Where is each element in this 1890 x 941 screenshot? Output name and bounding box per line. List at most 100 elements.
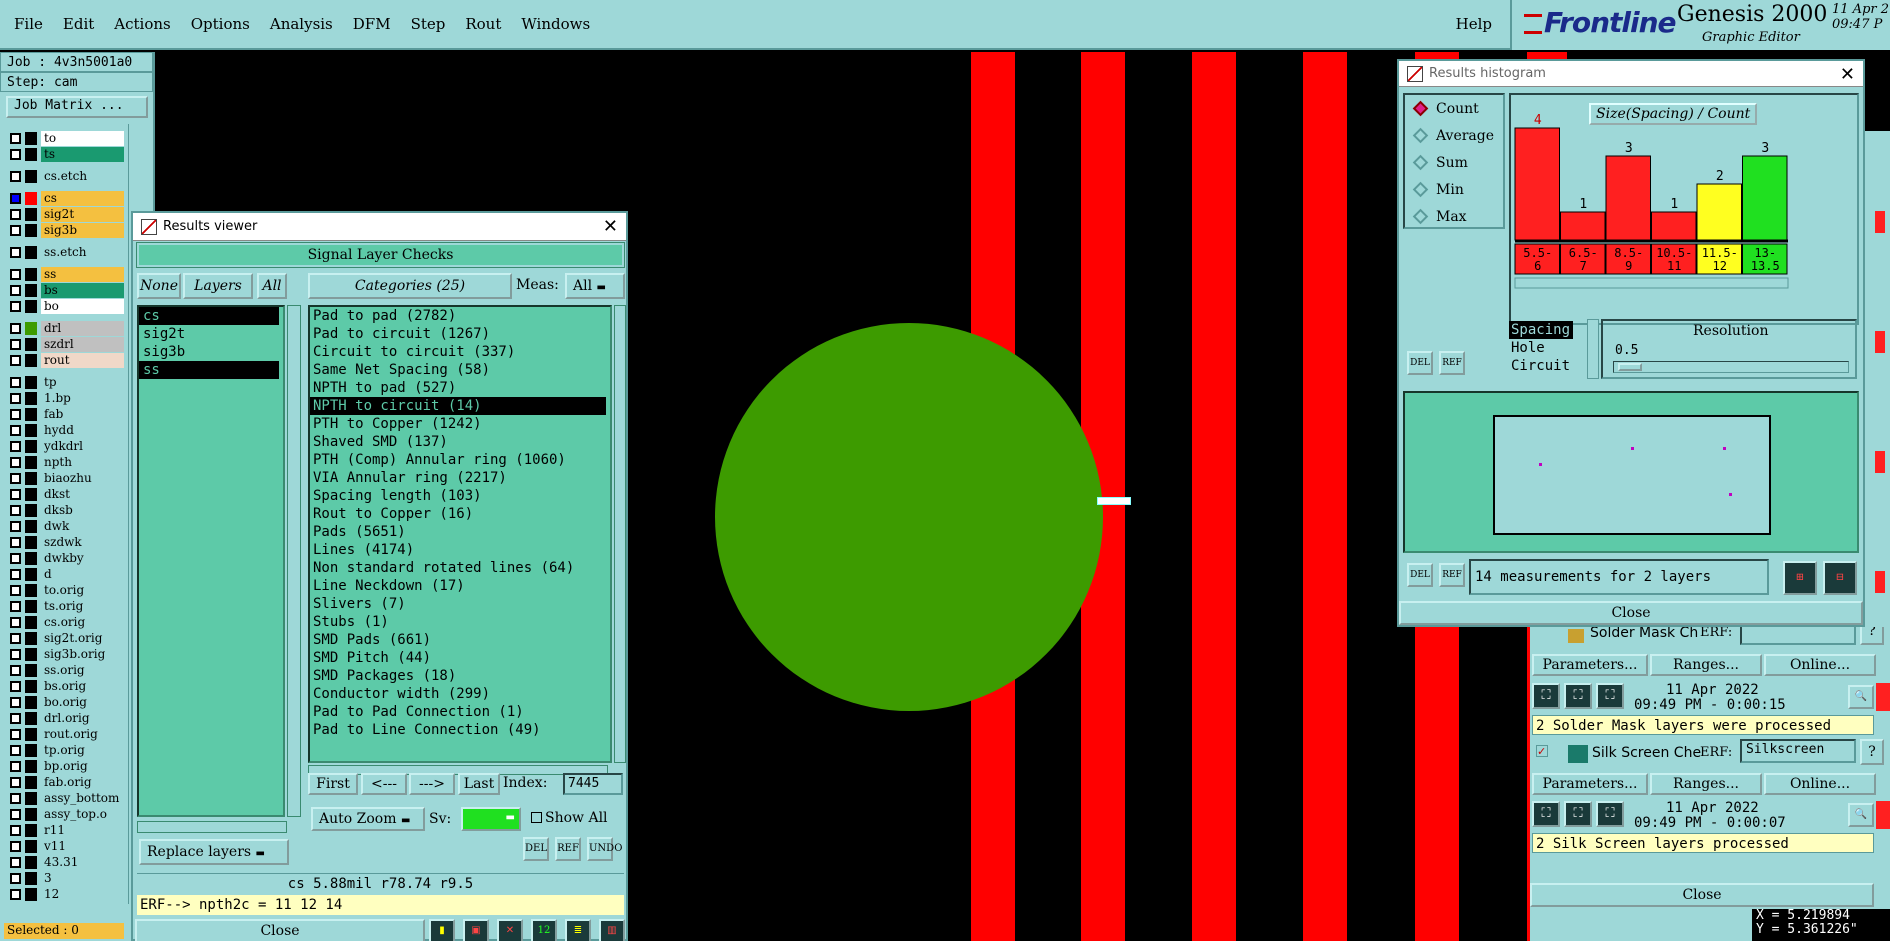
- category-item[interactable]: Non standard rotated lines (64): [310, 559, 606, 577]
- layer-color-swatch[interactable]: [25, 299, 37, 313]
- prev-button[interactable]: <---: [361, 773, 407, 795]
- category-item[interactable]: Pad to pad (2782): [310, 307, 606, 325]
- layer-checkbox[interactable]: [10, 536, 21, 548]
- layer-checkbox[interactable]: [10, 856, 21, 868]
- layer-row[interactable]: fab: [4, 406, 124, 422]
- layer-checkbox[interactable]: [10, 424, 21, 436]
- menu-dfm[interactable]: DFM: [343, 15, 401, 33]
- layer-name[interactable]: 3: [41, 870, 124, 886]
- layer-name[interactable]: bp.orig: [41, 758, 124, 774]
- counter-icon[interactable]: 12: [531, 919, 557, 941]
- layer-checkbox[interactable]: [10, 300, 21, 312]
- layer-name[interactable]: ss.etch: [41, 244, 124, 260]
- layer-checkbox[interactable]: [10, 888, 21, 900]
- zoom-out-icon[interactable]: ⊟: [1823, 561, 1857, 595]
- layer-row[interactable]: dkst: [4, 486, 124, 502]
- layer-color-swatch[interactable]: [25, 191, 37, 205]
- run-icon[interactable]: ⛶: [1532, 683, 1560, 709]
- histogram-mode-radio[interactable]: Average: [1405, 122, 1503, 149]
- histogram-titlebar[interactable]: Results histogram ✕: [1399, 61, 1863, 87]
- layer-row[interactable]: fab.orig: [4, 774, 124, 790]
- layer-color-swatch[interactable]: [25, 631, 37, 645]
- histogram-bar[interactable]: [1651, 211, 1697, 241]
- layer-row[interactable]: bs: [4, 282, 124, 298]
- layer-color-swatch[interactable]: [25, 855, 37, 869]
- resolution-slider[interactable]: [1613, 361, 1849, 373]
- results-layer-item[interactable]: ss: [139, 361, 279, 379]
- layer-checkbox[interactable]: [10, 456, 21, 468]
- size-type-item[interactable]: Hole: [1509, 339, 1585, 357]
- layer-checkbox[interactable]: [10, 776, 21, 788]
- layer-checkbox[interactable]: [10, 170, 21, 182]
- layer-checkbox[interactable]: [10, 616, 21, 628]
- section-header[interactable]: Signal Layer Checks: [136, 242, 625, 268]
- menu-help[interactable]: Help: [1456, 15, 1492, 33]
- histogram-bar[interactable]: [1560, 211, 1606, 241]
- layer-color-swatch[interactable]: [25, 407, 37, 421]
- ss-erf-value[interactable]: Silkscreen: [1740, 739, 1856, 763]
- layer-color-swatch[interactable]: [25, 321, 37, 335]
- layer-name[interactable]: sig2t.orig: [41, 630, 124, 646]
- run-icon[interactable]: ⛶: [1532, 801, 1560, 827]
- layer-name[interactable]: ts.orig: [41, 598, 124, 614]
- layer-row[interactable]: sig3b: [4, 222, 124, 238]
- layer-checkbox[interactable]: [10, 552, 21, 564]
- layer-color-swatch[interactable]: [25, 245, 37, 259]
- layer-checkbox[interactable]: [10, 600, 21, 612]
- checks-close-button[interactable]: Close: [1530, 883, 1874, 907]
- layer-name[interactable]: r11: [41, 822, 124, 838]
- layer-name[interactable]: szdrl: [41, 336, 124, 352]
- layer-checkbox[interactable]: [10, 872, 21, 884]
- layer-row[interactable]: drl: [4, 320, 124, 336]
- layer-row[interactable]: cs: [4, 190, 124, 206]
- layer-row[interactable]: drl.orig: [4, 710, 124, 726]
- layer-row[interactable]: to: [4, 130, 124, 146]
- layer-row[interactable]: szdwk: [4, 534, 124, 550]
- layer-row[interactable]: 1.bp: [4, 390, 124, 406]
- results-layer-item[interactable]: cs: [139, 307, 279, 325]
- layer-checkbox[interactable]: [10, 208, 21, 220]
- layer-name[interactable]: ss.orig: [41, 662, 124, 678]
- layer-checkbox[interactable]: [10, 376, 21, 388]
- layer-checkbox[interactable]: [10, 744, 21, 756]
- layer-name[interactable]: ydkdrl: [41, 438, 124, 454]
- category-item[interactable]: Lines (4174): [310, 541, 606, 559]
- layer-name[interactable]: 1.bp: [41, 390, 124, 406]
- layer-name[interactable]: 43.31: [41, 854, 124, 870]
- layer-row[interactable]: bs.orig: [4, 678, 124, 694]
- layer-color-swatch[interactable]: [25, 823, 37, 837]
- histogram-mode-radio[interactable]: Max: [1405, 203, 1503, 230]
- layer-name[interactable]: cs.orig: [41, 614, 124, 630]
- all-layers-button[interactable]: All: [257, 273, 287, 299]
- layer-color-swatch[interactable]: [25, 695, 37, 709]
- layer-color-swatch[interactable]: [25, 337, 37, 351]
- layer-row[interactable]: rout: [4, 352, 124, 368]
- layer-color-swatch[interactable]: [25, 711, 37, 725]
- menu-windows[interactable]: Windows: [511, 15, 600, 33]
- solder-mask-check-name[interactable]: Solder Mask Ch: [1590, 627, 1698, 641]
- meas-select[interactable]: All ▬: [565, 273, 625, 299]
- layer-list-scrollbar[interactable]: [287, 305, 301, 817]
- results-layer-item[interactable]: sig3b: [139, 343, 279, 361]
- size-type-list[interactable]: Spacing Hole Circuit: [1509, 319, 1585, 381]
- category-item[interactable]: PTH (Comp) Annular ring (1060): [310, 451, 606, 469]
- menu-edit[interactable]: Edit: [53, 15, 104, 33]
- category-item[interactable]: NPTH to pad (527): [310, 379, 606, 397]
- ss-parameters-button[interactable]: Parameters...: [1532, 773, 1648, 795]
- layer-row[interactable]: ss.etch: [4, 244, 124, 260]
- layer-row[interactable]: sig2t.orig: [4, 630, 124, 646]
- layer-name[interactable]: sig2t: [41, 206, 124, 222]
- next-button[interactable]: --->: [409, 773, 455, 795]
- layer-name[interactable]: ts: [41, 146, 124, 162]
- layer-color-swatch[interactable]: [25, 871, 37, 885]
- layer-color-swatch[interactable]: [25, 283, 37, 297]
- layer-checkbox[interactable]: [10, 760, 21, 772]
- layer-color-swatch[interactable]: [25, 519, 37, 533]
- category-item[interactable]: Conductor width (299): [310, 685, 606, 703]
- sm-ranges-button[interactable]: Ranges...: [1650, 654, 1762, 676]
- layer-row[interactable]: dwk: [4, 518, 124, 534]
- zoom-results-icon[interactable]: 🔍: [1848, 685, 1874, 709]
- category-item[interactable]: Spacing length (103): [310, 487, 606, 505]
- layer-checkbox[interactable]: [10, 408, 21, 420]
- zoom-select[interactable]: Auto Zoom ▬: [311, 807, 425, 831]
